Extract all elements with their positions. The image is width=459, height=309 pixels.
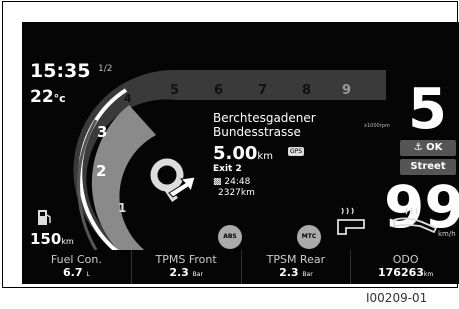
info-value: 2.3 Bar [242, 266, 351, 282]
info-value: 6.7 L [22, 266, 131, 282]
rpm-mark-5: 5 [170, 83, 179, 98]
status-ok-badge: ⚓ OK [400, 140, 456, 156]
info-cell-fuel-consumption: Fuel Con. 6.7 L [22, 250, 132, 284]
info-value: 2.3 Bar [132, 266, 241, 282]
rpm-unit: x1000rpm [364, 123, 390, 129]
nav-arrival: ▩ 24:48 [213, 177, 250, 187]
info-number: 176263 [377, 266, 424, 279]
rpm-mark-1: 1 [118, 201, 126, 215]
nav-total-distance: 2327km [218, 188, 255, 198]
info-bar: Fuel Con. 6.7 L TPMS Front 2.3 Bar TPSM … [22, 250, 459, 284]
info-label: ODO [392, 253, 419, 266]
figure-caption: I00209-01 [366, 291, 428, 305]
status-ok-label: OK [426, 142, 443, 153]
engine-icon: ⚓ [413, 142, 427, 153]
rpm-mark-7: 7 [258, 83, 267, 98]
rpm-mark-2: 2 [96, 162, 106, 180]
info-number: 2.3 [279, 266, 299, 279]
heated-seat-icon [337, 207, 365, 235]
fuel-range: 150km [30, 230, 74, 248]
info-label: Fuel Con. [50, 253, 102, 266]
temperature-unit: °c [53, 92, 66, 105]
instrument-display: 1 2 3 4 5 6 7 8 9 15:35 1/2 22°c 150km B… [22, 22, 459, 284]
mtc-icon: MTC [297, 225, 321, 249]
rpm-mark-8: 8 [302, 83, 311, 98]
abs-icon: ABS [218, 225, 242, 249]
nav-distance-value: 5.00 [213, 143, 258, 164]
page-indicator: 1/2 [98, 64, 113, 74]
info-unit: L [86, 271, 90, 278]
nav-distance-unit: km [257, 151, 273, 162]
fuel-range-unit: km [61, 237, 74, 246]
gear-indicator: 5 [408, 77, 447, 142]
rpm-mark-9: 9 [342, 83, 351, 98]
nav-exit: Exit 2 [213, 164, 242, 174]
temperature-value: 22 [30, 87, 54, 107]
checkered-flag-icon: ▩ [213, 177, 225, 187]
nav-street-line1: Berchtesgadener [213, 111, 316, 125]
rpm-mark-3: 3 [97, 123, 107, 141]
info-number: 6.7 [63, 266, 83, 279]
info-unit: km [423, 271, 434, 278]
info-cell-tpms-rear: TPSM Rear 2.3 Bar [242, 250, 352, 284]
rpm-mark-4: 4 [124, 92, 132, 105]
fuel-pump-icon [38, 210, 51, 225]
turn-arrow-icon [150, 158, 196, 202]
info-label: TPMS Front [155, 253, 217, 266]
nav-distance: 5.00km [213, 143, 273, 164]
info-unit: Bar [302, 271, 313, 278]
heated-grips-icon [393, 207, 438, 234]
nav-arrival-time: 24:48 [224, 177, 251, 187]
speed-unit: km/h [438, 230, 456, 238]
nav-street-line2: Bundesstrasse [213, 125, 301, 139]
info-number: 2.3 [169, 266, 189, 279]
nav-street-name: Berchtesgadener Bundesstrasse [213, 111, 316, 139]
rpm-mark-6: 6 [214, 83, 223, 98]
fuel-range-value: 150 [30, 230, 62, 248]
temperature: 22°c [30, 89, 66, 107]
clock: 15:35 [30, 60, 91, 82]
info-cell-tpms-front: TPMS Front 2.3 Bar [132, 250, 242, 284]
gps-badge: GPS [288, 147, 305, 156]
info-unit: Bar [192, 271, 203, 278]
info-value: 176263km [351, 266, 459, 282]
info-label: TPSM Rear [266, 253, 326, 266]
info-cell-odometer: ODO 176263km [351, 250, 459, 284]
